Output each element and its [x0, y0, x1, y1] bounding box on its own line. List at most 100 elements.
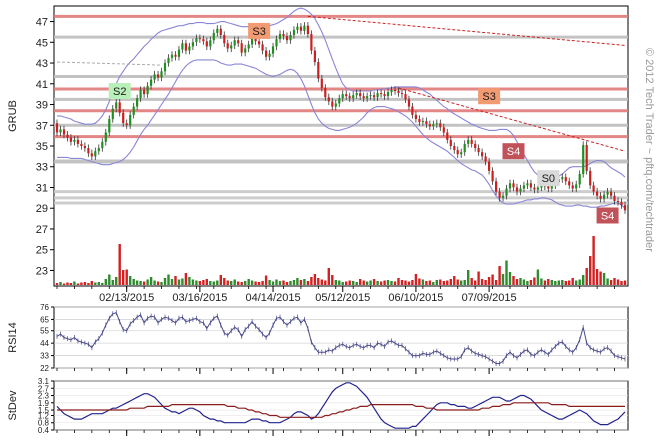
candle-body — [278, 34, 282, 40]
candle-body — [55, 123, 59, 133]
volume-bar — [268, 280, 271, 285]
candle-body — [442, 127, 445, 133]
volume-bar — [167, 274, 170, 285]
candle-body — [209, 40, 212, 47]
volume-bar — [257, 282, 261, 285]
volume-bar — [352, 281, 355, 285]
volume-bar — [602, 273, 606, 285]
candle-body — [177, 49, 181, 57]
price-ytick-label: 33 — [36, 162, 48, 174]
volume-bar — [543, 280, 547, 285]
candle-body — [599, 195, 602, 199]
candle-body — [230, 45, 233, 49]
volume-bar — [156, 281, 160, 285]
candle-body — [348, 96, 351, 99]
volume-bar — [80, 282, 83, 285]
candle-body — [226, 43, 229, 49]
stdev-ylabel: StDev — [7, 390, 19, 420]
volume-bar — [571, 278, 574, 285]
chart-canvas: 23 25 27 29 31 33 35 37 39 41 43 45 47 GRUB 02/13/2015… — [0, 0, 657, 448]
candle-body — [498, 191, 501, 198]
candle-body — [233, 40, 236, 46]
rsi-ytick-label: 55 — [40, 327, 49, 336]
stdev-ytick-label: 3.1 — [38, 377, 50, 386]
volume-bar — [376, 281, 379, 285]
candle-body — [561, 177, 564, 180]
candle-body — [317, 62, 320, 79]
candle-body — [97, 148, 100, 152]
candle-body — [160, 71, 163, 78]
candle-body — [519, 188, 522, 192]
volume-bar — [250, 280, 254, 285]
candle-body — [355, 93, 358, 96]
stock-chart: 23 25 27 29 31 33 35 37 39 41 43 45 47 GRUB 02/13/2015… — [0, 0, 657, 448]
price-xtick-label: 06/10/2015 — [388, 292, 443, 304]
volume-bar — [589, 256, 592, 285]
candle-body — [59, 129, 62, 133]
volume-bar — [585, 268, 588, 285]
volume-bar — [115, 277, 118, 285]
volume-bar — [209, 281, 212, 285]
candle-body — [341, 94, 344, 99]
candle-body — [592, 185, 595, 192]
volume-bar — [613, 278, 616, 285]
candle-body — [219, 28, 222, 35]
candle-body — [62, 129, 66, 135]
candle-body — [386, 92, 390, 97]
volume-bar — [244, 281, 247, 285]
candle-body — [150, 79, 153, 86]
volume-bar — [595, 269, 599, 285]
volume-bar — [146, 279, 149, 285]
candle-body — [616, 201, 620, 202]
volume-bar — [599, 271, 602, 285]
candle-body — [505, 188, 508, 196]
price-ytick-label: 29 — [36, 203, 48, 215]
volume-bar — [561, 280, 564, 285]
candle-body — [289, 35, 292, 41]
volume-bar — [219, 275, 222, 285]
candle-body — [606, 191, 609, 195]
candle-body — [285, 36, 289, 41]
volume-bar — [407, 281, 411, 285]
volume-bar — [111, 280, 114, 285]
volume-bar — [348, 280, 351, 285]
candle-body — [564, 177, 567, 182]
volume-bar — [623, 280, 627, 285]
candle-body — [212, 33, 215, 41]
candle-body — [146, 85, 149, 95]
candle-body — [327, 97, 330, 102]
candle-body — [139, 90, 142, 99]
candle-body — [484, 156, 487, 162]
volume-bar — [345, 281, 348, 285]
volume-bar — [247, 279, 250, 285]
volume-bar — [320, 279, 323, 285]
volume-bar — [568, 280, 571, 285]
candle-body — [568, 181, 571, 186]
volume-bar — [289, 281, 292, 285]
rsi-ytick-label: 65 — [40, 315, 49, 324]
volume-bar — [369, 280, 372, 285]
candle-body — [432, 124, 435, 127]
volume-bar — [55, 283, 59, 285]
volume-bar — [292, 280, 296, 285]
candle-body — [174, 54, 177, 57]
volume-bar — [212, 281, 215, 285]
volume-bar — [606, 278, 609, 285]
volume-bar — [547, 279, 550, 285]
price-ytick-label: 35 — [36, 141, 48, 153]
candle-body — [143, 90, 146, 95]
candle-body — [512, 183, 515, 188]
candle-body — [118, 102, 121, 113]
volume-bar — [198, 281, 202, 285]
candle-body — [474, 143, 477, 148]
volume-bar — [386, 280, 390, 285]
volume-bar — [484, 280, 487, 285]
candle-body — [446, 132, 449, 140]
candle-body — [104, 132, 107, 142]
candle-body — [536, 187, 539, 190]
candle-body — [205, 41, 208, 47]
volume-bar — [557, 280, 560, 285]
candle-body — [547, 186, 550, 189]
rsi-ytick-label: 44 — [40, 339, 49, 348]
volume-bar — [177, 279, 181, 285]
